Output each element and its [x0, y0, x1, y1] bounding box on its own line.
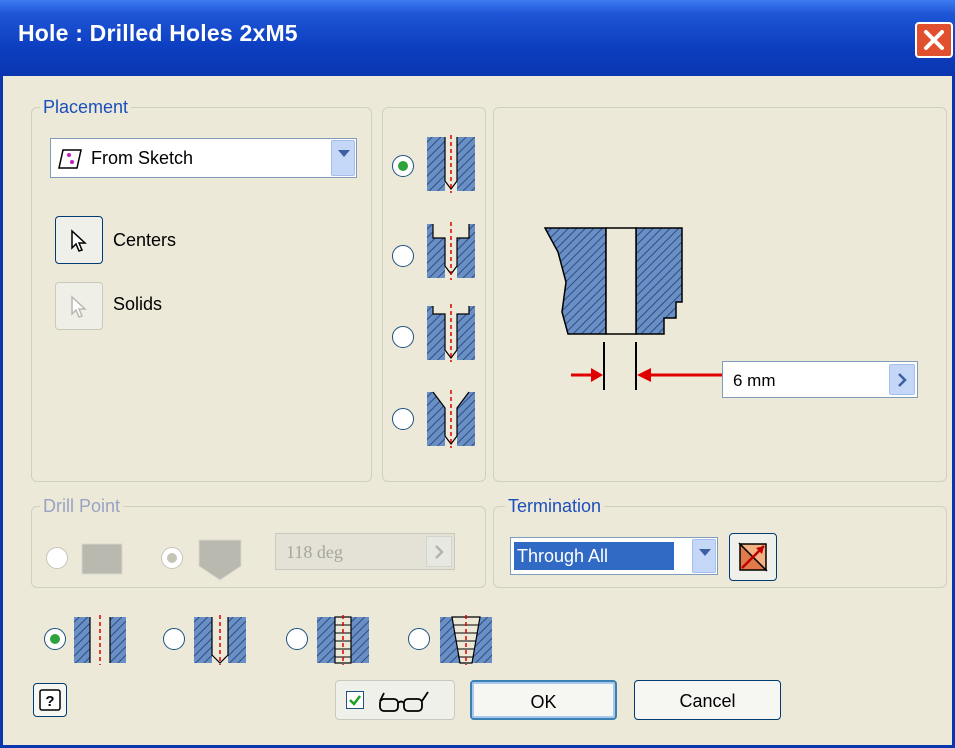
title-bar: Hole : Drilled Holes 2xM5 — [0, 0, 955, 76]
hole-type-drilled-radio[interactable] — [392, 155, 414, 177]
centers-button[interactable] — [55, 216, 103, 264]
flat-drill-point-icon — [81, 543, 123, 575]
diameter-dimension-arrows — [571, 368, 725, 382]
ok-button[interactable]: OK — [470, 680, 617, 720]
taper-tapped-hole-icon — [440, 615, 492, 665]
cursor-arrow-icon — [71, 229, 87, 252]
help-icon: ? — [39, 689, 61, 711]
termination-legend: Termination — [505, 496, 605, 517]
counterbore-hole-icon — [427, 222, 475, 280]
solids-label: Solids — [113, 294, 163, 314]
drill-point-angle-radio[interactable] — [161, 547, 183, 569]
placement-source-select[interactable]: From Sketch — [50, 138, 357, 178]
simple-hole-icon — [74, 615, 126, 665]
drill-angle-flyout-button[interactable] — [426, 536, 452, 567]
hole-style-clearance-radio[interactable] — [163, 628, 185, 650]
flip-direction-button[interactable] — [729, 533, 777, 581]
diameter-input[interactable]: 6 mm — [722, 361, 918, 398]
chevron-down-icon[interactable] — [692, 539, 716, 573]
chevron-right-icon — [898, 373, 907, 387]
glasses-icon — [379, 691, 429, 712]
chevron-down-icon[interactable] — [331, 140, 355, 176]
diameter-value: 6 mm — [733, 371, 776, 390]
solids-button[interactable] — [55, 282, 103, 330]
placement-source-value: From Sketch — [91, 148, 194, 168]
ok-button-label: OK — [530, 692, 557, 712]
drill-point-angle-value: 118 deg — [286, 542, 343, 562]
cancel-button-label: Cancel — [679, 691, 736, 711]
flip-direction-icon — [738, 542, 768, 572]
preview-toggle[interactable] — [335, 680, 455, 720]
close-button[interactable] — [915, 22, 953, 58]
hole-style-tapped-radio[interactable] — [286, 628, 308, 650]
hole-style-taper-tapped-radio[interactable] — [408, 628, 430, 650]
window-title: Hole : Drilled Holes 2xM5 — [18, 20, 298, 46]
placement-legend: Placement — [40, 97, 132, 118]
diameter-flyout-button[interactable] — [889, 364, 915, 395]
drill-point-legend: Drill Point — [40, 496, 124, 517]
spotface-hole-icon — [427, 304, 475, 362]
angled-drill-point-icon — [198, 539, 242, 581]
drilled-hole-icon — [427, 135, 475, 193]
clearance-hole-icon — [194, 615, 246, 665]
hole-type-spotface-radio[interactable] — [392, 326, 414, 348]
help-button[interactable]: ? — [33, 683, 67, 717]
svg-text:?: ? — [45, 693, 54, 710]
cancel-button[interactable]: Cancel — [634, 680, 781, 720]
close-icon — [924, 30, 944, 50]
hole-type-counterbore-radio[interactable] — [392, 245, 414, 267]
countersink-hole-icon — [427, 390, 475, 448]
sketch-icon — [58, 149, 82, 169]
drill-point-angle-input[interactable]: 118 deg — [275, 533, 455, 570]
cursor-arrow-icon — [71, 295, 87, 318]
checkmark-icon — [349, 695, 361, 706]
tapped-hole-icon — [317, 615, 369, 665]
chevron-right-icon — [435, 545, 444, 559]
centers-label: Centers — [113, 230, 177, 250]
termination-select[interactable]: Through All — [510, 537, 718, 575]
hole-style-simple-radio[interactable] — [44, 628, 66, 650]
termination-value: Through All — [517, 546, 609, 566]
preview-checkbox[interactable] — [346, 691, 364, 709]
hole-type-countersink-radio[interactable] — [392, 408, 414, 430]
drill-point-flat-radio[interactable] — [46, 547, 68, 569]
